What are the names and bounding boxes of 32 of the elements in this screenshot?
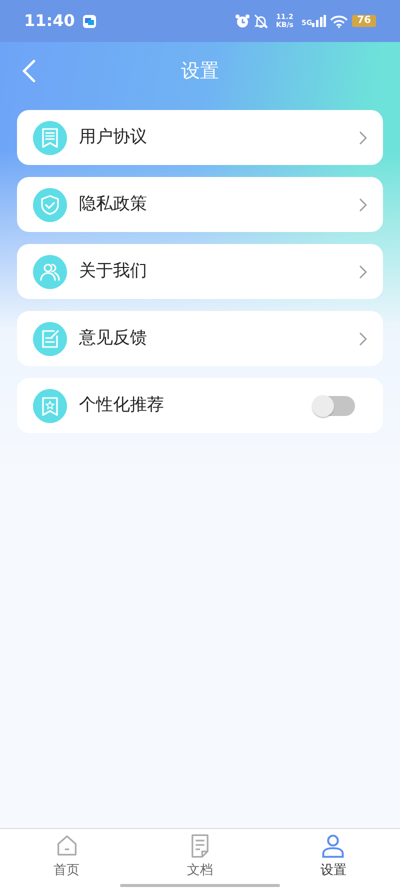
tab[interactable]: 文档 — [186, 829, 213, 889]
tab[interactable]: 首页 — [54, 829, 80, 889]
chevron-icon — [359, 130, 367, 144]
users-icon — [33, 254, 67, 288]
muted-bell-icon — [254, 14, 268, 28]
chevron-icon — [359, 198, 367, 212]
app-notification-icon — [82, 14, 96, 28]
row-label: 用户协议 — [79, 126, 147, 149]
signal-icon — [312, 15, 326, 27]
settings-row[interactable]: 用户协议 — [17, 110, 383, 165]
toggle-switch[interactable] — [311, 394, 355, 418]
wifi-icon — [330, 14, 348, 28]
edit-note-icon — [33, 322, 67, 356]
shield-icon — [33, 188, 67, 222]
settings-row[interactable]: 隐私政策 — [17, 177, 383, 232]
tab[interactable]: 设置 — [320, 829, 346, 889]
person-icon — [320, 833, 346, 859]
chevron-icon — [359, 264, 367, 278]
back-button[interactable] — [22, 58, 36, 83]
battery-level: 76 — [352, 15, 376, 27]
page-title: 设置 — [181, 58, 219, 84]
status-time: 11:40 — [24, 10, 75, 32]
settings-row[interactable]: 意见反馈 — [17, 311, 383, 366]
row-label: 隐私政策 — [79, 192, 147, 216]
settings-row[interactable]: 关于我们 — [17, 244, 383, 299]
row-label: 关于我们 — [79, 260, 147, 283]
row-label: 个性化推荐 — [79, 394, 164, 417]
document-icon — [33, 120, 67, 154]
bookmark-star-icon — [33, 388, 67, 422]
alarm-icon — [234, 14, 250, 28]
chevron-icon — [359, 332, 367, 346]
row-label: 意见反馈 — [79, 326, 147, 350]
